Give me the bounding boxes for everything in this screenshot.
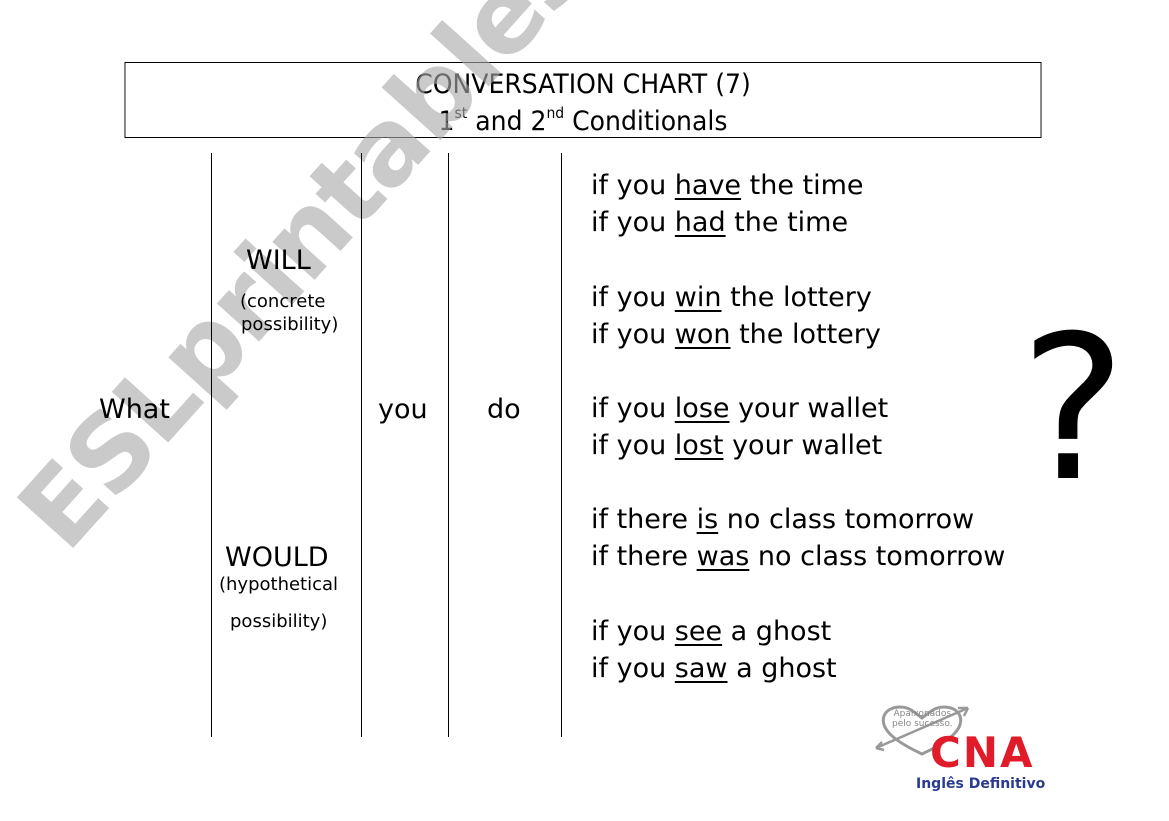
column-divider [448,153,449,737]
condition-first: if you see a ghost [591,616,832,647]
condition-pair-time: if you have the time if you had the time [591,167,864,241]
subtitle-part: and 2 [467,106,547,137]
verb-underlined: win [674,282,722,313]
subtitle-part: 1 [438,106,455,137]
logo-tagline: Apaixonados pelo sucesso. [892,709,953,729]
question-word: What [99,394,170,425]
column-divider [361,153,362,737]
subject-you: you [378,394,428,425]
verb-underlined: won [674,319,731,350]
condition-second: if you had the time [591,207,849,238]
verb-underlined: lost [674,430,724,461]
condition-second: if you saw a ghost [591,653,837,684]
verb-underlined: lose [674,393,730,424]
logo-subtitle: Inglês Definitivo [916,776,1046,792]
condition-pair-lottery: if you win the lottery if you won the lo… [591,279,881,353]
ordinal-suffix: st [454,104,468,122]
condition-second: if you won the lottery [591,319,881,350]
verb-underlined: have [674,170,742,201]
verb-underlined: was [696,541,750,572]
condition-pair-ghost: if you see a ghost if you saw a ghost [591,613,837,687]
logo-brand: CNA [930,728,1035,777]
will-note-line2: possibility) [241,314,339,335]
cna-logo: Apaixonados pelo sucesso. CNA Inglês Def… [872,702,1052,797]
condition-second: if there was no class tomorrow [591,541,1006,572]
verb-do: do [487,394,521,425]
column-divider [211,153,212,737]
would-note-line2: possibility) [230,611,328,632]
modal-would: WOULD [225,542,329,573]
column-divider [561,153,562,737]
condition-pair-wallet: if you lose your wallet if you lost your… [591,390,888,464]
title-box: CONVERSATION CHART (7) 1st and 2nd Condi… [124,62,1042,140]
would-note-line1: (hypothetical [219,574,339,595]
verb-underlined: saw [674,653,728,684]
condition-pair-class: if there is no class tomorrow if there w… [591,501,1005,575]
chart-title: CONVERSATION CHART (7) [415,69,751,100]
condition-second: if you lost your wallet [591,430,883,461]
condition-first: if you lose your wallet [591,393,889,424]
subtitle-part: Conditionals [564,106,728,137]
question-mark: ? [1020,293,1127,526]
verb-underlined: had [674,207,726,238]
condition-first: if you win the lottery [591,282,872,313]
verb-underlined: see [674,616,723,647]
condition-first: if you have the time [591,170,864,201]
will-note-line1: (concrete [240,291,326,312]
chart-subtitle: 1st and 2nd Conditionals [125,103,1040,140]
verb-underlined: is [696,504,719,535]
modal-will: WILL [246,245,311,276]
condition-first: if there is no class tomorrow [591,504,975,535]
ordinal-suffix: nd [546,104,565,122]
